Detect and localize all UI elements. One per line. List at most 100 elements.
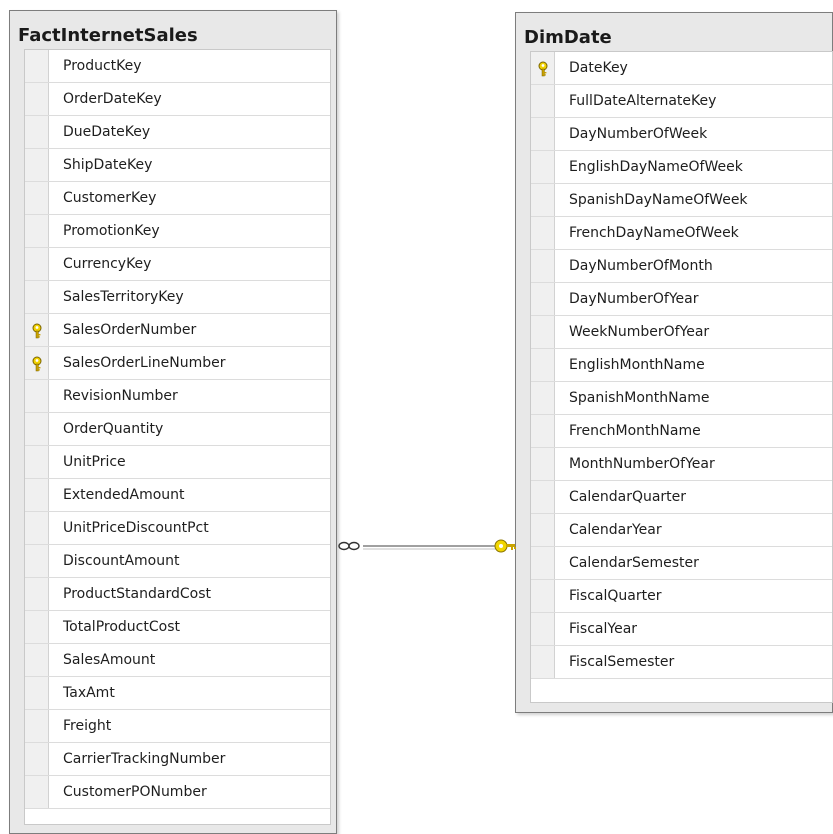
row-selector[interactable] [25, 281, 49, 313]
row-selector[interactable] [25, 149, 49, 181]
row-selector[interactable] [25, 50, 49, 82]
column-row[interactable]: ProductKey [25, 50, 330, 83]
row-selector[interactable] [531, 613, 555, 645]
column-name: FiscalSemester [569, 654, 675, 670]
column-row[interactable]: SalesOrderLineNumber [25, 347, 330, 380]
column-row[interactable]: DiscountAmount [25, 545, 330, 578]
column-row[interactable]: SalesOrderNumber [25, 314, 330, 347]
row-selector[interactable] [531, 283, 555, 315]
row-selector[interactable] [25, 644, 49, 676]
column-row[interactable]: PromotionKey [25, 215, 330, 248]
row-selector[interactable] [25, 611, 49, 643]
row-selector[interactable] [531, 382, 555, 414]
table-dim-date[interactable]: DimDate DateKey FullDateAlternateKey DayNu… [515, 12, 833, 713]
column-row[interactable]: OrderDateKey [25, 83, 330, 116]
column-name: EnglishMonthName [569, 357, 705, 373]
column-row[interactable]: SalesAmount [25, 644, 330, 677]
row-selector[interactable] [531, 184, 555, 216]
column-row[interactable]: ProductStandardCost [25, 578, 330, 611]
column-row[interactable]: FrenchMonthName [531, 415, 832, 448]
column-row[interactable]: FullDateAlternateKey [531, 85, 832, 118]
column-row[interactable]: SpanishMonthName [531, 382, 832, 415]
column-name: DayNumberOfMonth [569, 258, 713, 274]
row-selector[interactable] [531, 250, 555, 282]
column-row[interactable]: MonthNumberOfYear [531, 448, 832, 481]
column-row[interactable]: FiscalSemester [531, 646, 832, 679]
row-selector[interactable] [531, 316, 555, 348]
column-row[interactable]: UnitPriceDiscountPct [25, 512, 330, 545]
row-selector[interactable] [25, 776, 49, 808]
column-row[interactable]: SalesTerritoryKey [25, 281, 330, 314]
column-row[interactable]: DayNumberOfWeek [531, 118, 832, 151]
row-selector[interactable] [25, 512, 49, 544]
row-selector[interactable] [25, 248, 49, 280]
row-selector[interactable] [25, 83, 49, 115]
row-selector[interactable] [531, 646, 555, 678]
column-row[interactable]: FiscalYear [531, 613, 832, 646]
column-row[interactable]: RevisionNumber [25, 380, 330, 413]
column-row[interactable]: EnglishDayNameOfWeek [531, 151, 832, 184]
column-row[interactable]: CalendarYear [531, 514, 832, 547]
row-selector[interactable] [531, 118, 555, 150]
column-row[interactable]: FiscalQuarter [531, 580, 832, 613]
row-selector[interactable] [25, 545, 49, 577]
column-name: OrderDateKey [63, 91, 162, 107]
row-selector[interactable] [531, 580, 555, 612]
column-row[interactable]: CustomerPONumber [25, 776, 330, 809]
column-row[interactable]: EnglishMonthName [531, 349, 832, 382]
column-row[interactable]: ExtendedAmount [25, 479, 330, 512]
column-row[interactable]: SpanishDayNameOfWeek [531, 184, 832, 217]
row-selector[interactable] [531, 85, 555, 117]
column-row[interactable]: Freight [25, 710, 330, 743]
column-row[interactable]: CarrierTrackingNumber [25, 743, 330, 776]
row-selector[interactable] [25, 215, 49, 247]
column-name: SalesTerritoryKey [63, 289, 184, 305]
column-row[interactable]: CurrencyKey [25, 248, 330, 281]
column-name: WeekNumberOfYear [569, 324, 710, 340]
column-name: RevisionNumber [63, 388, 178, 404]
column-row[interactable]: FrenchDayNameOfWeek [531, 217, 832, 250]
row-selector[interactable] [531, 547, 555, 579]
row-selector[interactable] [25, 380, 49, 412]
row-selector[interactable] [531, 217, 555, 249]
column-row[interactable]: DueDateKey [25, 116, 330, 149]
row-selector[interactable] [25, 677, 49, 709]
column-row[interactable]: TaxAmt [25, 677, 330, 710]
column-row[interactable]: CalendarSemester [531, 547, 832, 580]
row-selector[interactable] [531, 151, 555, 183]
column-name: ProductStandardCost [63, 586, 211, 602]
column-name: CalendarYear [569, 522, 662, 538]
column-row[interactable]: ShipDateKey [25, 149, 330, 182]
column-row[interactable]: DayNumberOfYear [531, 283, 832, 316]
column-row[interactable]: CalendarQuarter [531, 481, 832, 514]
primary-key-icon [536, 61, 550, 77]
row-selector[interactable] [25, 743, 49, 775]
row-selector[interactable] [531, 481, 555, 513]
column-row[interactable]: UnitPrice [25, 446, 330, 479]
column-row[interactable]: WeekNumberOfYear [531, 316, 832, 349]
row-selector[interactable] [531, 52, 555, 84]
row-selector[interactable] [531, 349, 555, 381]
row-selector[interactable] [25, 347, 49, 379]
row-selector[interactable] [531, 448, 555, 480]
column-name: ProductKey [63, 58, 142, 74]
row-selector[interactable] [25, 314, 49, 346]
row-selector[interactable] [25, 413, 49, 445]
row-selector[interactable] [25, 182, 49, 214]
column-name: CalendarSemester [569, 555, 699, 571]
row-selector[interactable] [531, 514, 555, 546]
column-row[interactable]: DayNumberOfMonth [531, 250, 832, 283]
column-row[interactable]: OrderQuantity [25, 413, 330, 446]
column-name: TotalProductCost [63, 619, 180, 635]
column-row[interactable]: TotalProductCost [25, 611, 330, 644]
column-row[interactable]: CustomerKey [25, 182, 330, 215]
table-fact-internet-sales[interactable]: FactInternetSales ProductKey OrderDateKey… [9, 10, 337, 834]
row-selector[interactable] [25, 446, 49, 478]
row-selector[interactable] [25, 116, 49, 148]
row-selector[interactable] [25, 578, 49, 610]
row-selector[interactable] [531, 415, 555, 447]
row-selector[interactable] [25, 479, 49, 511]
column-name: SpanishMonthName [569, 390, 710, 406]
column-row[interactable]: DateKey [531, 52, 832, 85]
row-selector[interactable] [25, 710, 49, 742]
